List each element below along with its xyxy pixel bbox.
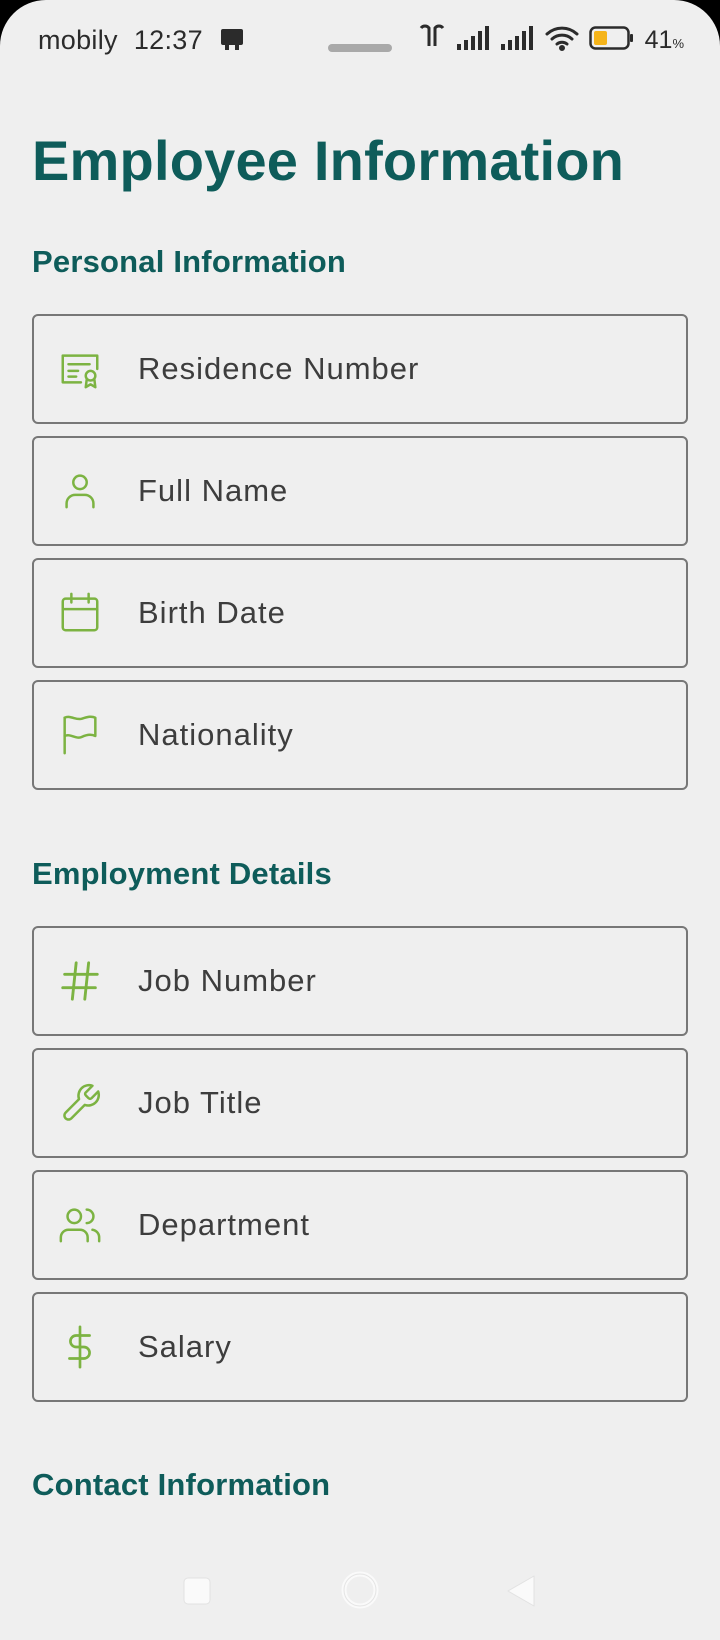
nationality-label: Nationality bbox=[138, 717, 294, 752]
wifi-icon bbox=[545, 25, 579, 56]
full-name-field[interactable]: Full Name bbox=[32, 436, 688, 546]
hash-icon bbox=[56, 957, 104, 1005]
nationality-field[interactable]: Nationality bbox=[32, 680, 688, 790]
full-name-label: Full Name bbox=[138, 473, 289, 508]
job-number-field[interactable]: Job Number bbox=[32, 926, 688, 1036]
users-icon bbox=[56, 1201, 104, 1249]
section-title-contact: Contact Information bbox=[32, 1467, 331, 1502]
signal-icon-1 bbox=[456, 25, 491, 55]
department-label: Department bbox=[138, 1207, 310, 1242]
job-title-field[interactable]: Job Title bbox=[32, 1048, 688, 1158]
earbuds-icon bbox=[417, 24, 447, 57]
clock: 12:37 bbox=[133, 24, 203, 55]
recent-apps-button[interactable] bbox=[182, 1576, 212, 1611]
battery-icon bbox=[588, 25, 635, 55]
app-screen: mobily 12:37 41% Employee Information Pe… bbox=[0, 0, 720, 1640]
section-title-personal: Personal Information bbox=[32, 244, 347, 279]
salary-label: Salary bbox=[138, 1329, 232, 1364]
person-icon bbox=[56, 467, 104, 515]
battery-percent: 41% bbox=[645, 26, 684, 55]
calendar-icon bbox=[56, 589, 104, 637]
birth-date-field[interactable]: Birth Date bbox=[32, 558, 688, 668]
wrench-icon bbox=[56, 1079, 104, 1127]
dollar-icon bbox=[56, 1323, 104, 1371]
department-field[interactable]: Department bbox=[32, 1170, 688, 1280]
job-title-label: Job Title bbox=[138, 1085, 263, 1120]
home-button[interactable] bbox=[340, 1570, 380, 1615]
back-button[interactable] bbox=[506, 1574, 536, 1613]
residence-number-label: Residence Number bbox=[138, 351, 420, 386]
flag-icon bbox=[56, 711, 104, 759]
battery-percent-value: 41 bbox=[644, 25, 673, 54]
carrier-name: mobily bbox=[38, 24, 118, 55]
birth-date-label: Birth Date bbox=[138, 595, 286, 630]
residence-number-field[interactable]: Residence Number bbox=[32, 314, 688, 424]
id-card-icon bbox=[56, 345, 104, 393]
battery-percent-symbol: % bbox=[672, 35, 684, 51]
status-bar: mobily 12:37 41% bbox=[0, 0, 720, 80]
signal-icon-2 bbox=[500, 25, 535, 55]
job-number-label: Job Number bbox=[138, 963, 317, 998]
camera-pill bbox=[328, 44, 392, 52]
salary-field[interactable]: Salary bbox=[32, 1292, 688, 1402]
status-right: 41% bbox=[417, 22, 684, 58]
section-title-employment: Employment Details bbox=[32, 856, 332, 891]
status-left: mobily 12:37 bbox=[38, 25, 245, 56]
notification-icon bbox=[219, 27, 245, 53]
navigation-bar bbox=[0, 1566, 720, 1640]
page-title: Employee Information bbox=[32, 129, 625, 192]
